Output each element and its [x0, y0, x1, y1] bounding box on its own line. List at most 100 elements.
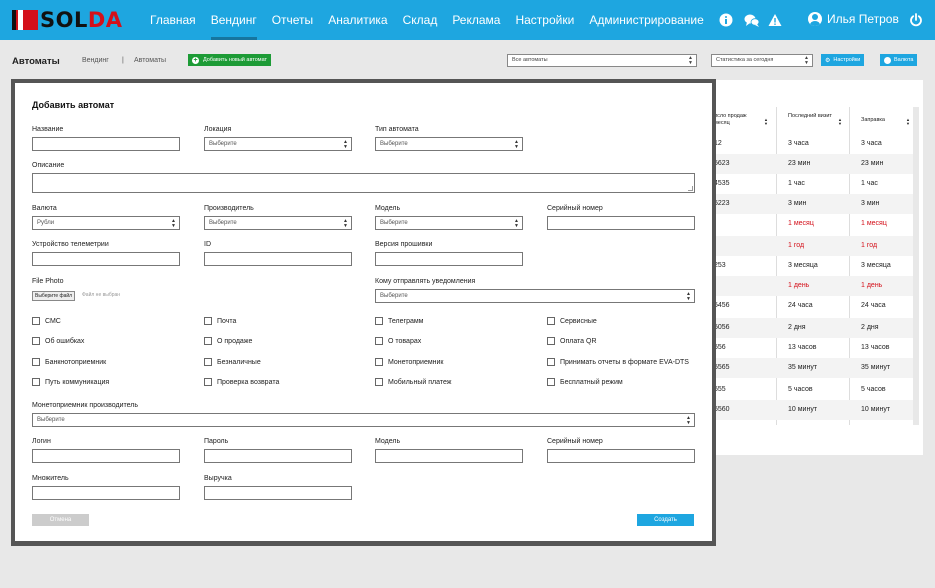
table-cell-visit: 1 час — [788, 180, 805, 187]
revenue-input[interactable] — [204, 486, 352, 500]
currency-select[interactable]: Рубли ▲ ▼ — [32, 216, 180, 230]
stats-period-select[interactable]: Статистика за сегодня ▲ ▼ — [711, 54, 813, 67]
updown-arrow-icon: ▲ ▼ — [514, 218, 519, 229]
table-row[interactable]: 5565 35 минут 35 минут — [700, 358, 913, 378]
checkbox-box[interactable] — [32, 317, 40, 325]
logo-text: SOLDA — [40, 8, 123, 32]
checkbox-option[interactable]: Безналичные — [204, 358, 261, 366]
add-machine-button[interactable]: + Добавить новый автомат — [188, 54, 272, 66]
sort-icon[interactable]: ▲ ▼ — [906, 118, 910, 126]
table-row[interactable]: 253 3 месяца 3 месяца — [700, 256, 913, 276]
checkbox-option[interactable]: СМС — [32, 317, 61, 325]
checkbox-box[interactable] — [32, 337, 40, 345]
sort-icon[interactable]: ▲ ▼ — [764, 118, 768, 126]
create-button[interactable]: Создать — [637, 514, 694, 526]
table-row[interactable]: 1 день 1 день — [700, 276, 913, 296]
checkbox-box[interactable] — [204, 317, 212, 325]
checkbox-box[interactable] — [204, 378, 212, 386]
checkbox-option[interactable]: Мобильный платеж — [375, 378, 451, 386]
checkbox-box[interactable] — [375, 317, 383, 325]
checkbox-option[interactable]: Сервисные — [547, 317, 597, 325]
choose-file-button[interactable]: Выберите файл — [32, 291, 76, 301]
table-row[interactable]: 4535 1 час 1 час — [700, 174, 913, 194]
chat-icon[interactable] — [744, 13, 760, 27]
nav-item-vending[interactable]: Вендинг — [210, 0, 257, 40]
firmware-version-input[interactable] — [375, 252, 523, 266]
checkbox-option[interactable]: Об ошибках — [32, 337, 84, 345]
serial-number-input[interactable] — [547, 216, 695, 230]
checkbox-option[interactable]: Банкнотоприемник — [32, 358, 106, 366]
checkbox-box[interactable] — [547, 358, 555, 366]
breadcrumb-machines[interactable]: Автоматы — [134, 57, 166, 64]
checkbox-box[interactable] — [375, 378, 383, 386]
table-cell-refill: 35 минут — [861, 364, 891, 371]
password-input[interactable] — [204, 449, 352, 463]
table-row[interactable]: 5456 24 часа 24 часа — [700, 296, 913, 316]
model-select[interactable]: Выберите ▲ ▼ — [375, 216, 523, 230]
telemetry-device-input[interactable] — [32, 252, 180, 266]
settings-button[interactable]: ⚙ Настройки — [821, 54, 865, 66]
name-input[interactable] — [32, 137, 180, 151]
warning-icon[interactable] — [768, 13, 782, 27]
nav-item-admin[interactable]: Администрирование — [589, 0, 703, 40]
manufacturer-select[interactable]: Выберите ▲ ▼ — [204, 216, 352, 230]
table-row[interactable]: 5623 23 мин 23 мин — [700, 154, 913, 174]
checkbox-box[interactable] — [32, 358, 40, 366]
coin-acceptor-maker-select[interactable]: Выберите ▲ ▼ — [32, 413, 695, 427]
coin-serial-input[interactable] — [547, 449, 695, 463]
login-input[interactable] — [32, 449, 180, 463]
checkbox-option[interactable]: Оплата QR — [547, 337, 597, 345]
checkbox-option[interactable]: О товарах — [375, 337, 421, 345]
checkbox-option[interactable]: Путь коммуникация — [32, 378, 109, 386]
machine-type-select[interactable]: Выберите ▲ ▼ — [375, 137, 523, 151]
location-select[interactable]: Выберите ▲ ▼ — [204, 137, 352, 151]
checkbox-box[interactable] — [547, 337, 555, 345]
breadcrumb-vending[interactable]: Вендинг — [82, 57, 109, 64]
checkbox-box[interactable] — [375, 337, 383, 345]
coin-model-input[interactable] — [375, 449, 523, 463]
nav-item-settings[interactable]: Настройки — [515, 0, 574, 40]
table-scrollbar[interactable] — [913, 107, 919, 425]
notify-recipients-value: Выберите — [380, 293, 408, 299]
checkbox-option[interactable]: Монетоприемник — [375, 358, 444, 366]
table-cell-sales: 5456 — [714, 302, 730, 309]
notify-recipients-select[interactable]: Выберите ▲ ▼ — [375, 289, 695, 303]
table-row[interactable]: 5056 2 дня 2 дня — [700, 318, 913, 338]
checkbox-option[interactable]: Телеграмм — [375, 317, 424, 325]
checkbox-option[interactable]: Принимать отчеты в формате EVA-DTS — [547, 358, 689, 366]
machines-select[interactable]: Все автоматы ▲ ▼ — [507, 54, 697, 67]
checkbox-box[interactable] — [32, 378, 40, 386]
checkbox-option[interactable]: Бесплатный режим — [547, 378, 623, 386]
checkbox-option[interactable]: О продаже — [204, 337, 252, 345]
table-row[interactable]: 556 13 часов 13 часов — [700, 338, 913, 358]
nav-item-analytics[interactable]: Аналитика — [328, 0, 387, 40]
table-row[interactable]: 5560 10 минут 10 минут — [700, 400, 913, 420]
sort-icon[interactable]: ▲ ▼ — [838, 118, 842, 126]
nav-item-warehouse[interactable]: Склад — [403, 0, 438, 40]
checkbox-option[interactable]: Проверка возврата — [204, 378, 279, 386]
checkbox-option[interactable]: Почта — [204, 317, 236, 325]
checkbox-box[interactable] — [375, 358, 383, 366]
checkbox-box[interactable] — [547, 378, 555, 386]
power-icon[interactable] — [909, 13, 923, 27]
logo[interactable]: SOLDA — [12, 8, 123, 32]
id-input[interactable] — [204, 252, 352, 266]
nav-item-home[interactable]: Главная — [150, 0, 196, 40]
table-row[interactable]: 1 год 1 год — [700, 236, 913, 256]
multiplier-input[interactable] — [32, 486, 180, 500]
table-row[interactable]: 5223 3 мин 3 мин — [700, 194, 913, 214]
currency-button[interactable]: Валюта — [880, 54, 918, 66]
info-icon[interactable] — [719, 13, 733, 27]
description-textarea[interactable] — [32, 173, 695, 193]
table-row[interactable]: 555 5 часов 5 часов — [700, 380, 913, 400]
table-row[interactable]: 12 3 часа 3 часа — [700, 134, 913, 154]
checkbox-box[interactable] — [204, 358, 212, 366]
nav-item-reports[interactable]: Отчеты — [272, 0, 313, 40]
cancel-button[interactable]: Отмена — [32, 514, 89, 526]
nav-item-ads[interactable]: Реклама — [452, 0, 500, 40]
checkbox-box[interactable] — [547, 317, 555, 325]
checkbox-box[interactable] — [204, 337, 212, 345]
user-menu[interactable]: Илья Петров — [808, 12, 899, 26]
table-row[interactable]: 1 месяц 1 месяц — [700, 214, 913, 234]
resize-handle-icon[interactable] — [688, 186, 693, 191]
